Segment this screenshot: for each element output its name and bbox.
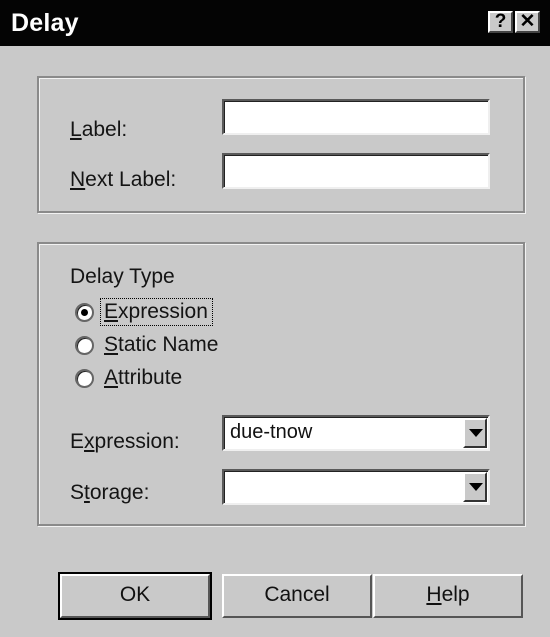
expression-radio[interactable] xyxy=(75,303,94,322)
storage-combo-label-start: S xyxy=(70,481,85,504)
dialog-title: Delay xyxy=(11,9,79,37)
expression-combobox[interactable]: due-tnow xyxy=(222,415,490,451)
attribute-radio-mnemonic: A xyxy=(104,366,119,389)
delay-dialog: Delay ? ✕ Label: Next Label: Delay Type … xyxy=(0,0,550,637)
attribute-radio[interactable] xyxy=(75,369,94,388)
dropdown-arrow-icon xyxy=(469,483,483,491)
static-name-radio-label[interactable]: Static Name xyxy=(104,333,218,357)
help-button-label-rest: elp xyxy=(441,583,470,606)
storage-combo-label: Storage: xyxy=(70,481,149,505)
dropdown-arrow-icon xyxy=(469,429,483,437)
attribute-radio-label-rest: ttribute xyxy=(118,366,183,389)
next-label-input[interactable] xyxy=(222,153,490,189)
help-button[interactable]: Help xyxy=(373,574,523,618)
cancel-button[interactable]: Cancel xyxy=(222,574,372,618)
next-label-field-label: Next Label: xyxy=(70,168,176,192)
radio-selected-dot xyxy=(81,309,88,316)
label-field-label: Label: xyxy=(70,118,127,142)
static-name-radio-label-rest: tatic Name xyxy=(118,333,219,356)
labels-group xyxy=(37,76,525,213)
expression-radio-mnemonic: E xyxy=(104,300,119,323)
expression-radio-label-rest: xpression xyxy=(118,300,208,323)
attribute-radio-label[interactable]: Attribute xyxy=(104,366,182,390)
expression-radio-label[interactable]: Expression xyxy=(104,300,208,324)
expression-combo-mnemonic: x xyxy=(84,430,95,453)
label-field-label-rest: abel: xyxy=(81,118,128,141)
question-mark-icon: ? xyxy=(494,11,507,32)
label-input[interactable] xyxy=(222,99,490,135)
static-name-radio-mnemonic: S xyxy=(104,333,119,356)
expression-combo-label-start: E xyxy=(70,430,85,453)
help-button-mnemonic: H xyxy=(426,583,442,606)
storage-dropdown-button[interactable] xyxy=(463,472,487,502)
next-label-field-label-rest: ext Label: xyxy=(85,168,177,191)
next-label-mnemonic: N xyxy=(70,168,86,191)
label-mnemonic: L xyxy=(70,118,82,141)
delay-type-heading: Delay Type xyxy=(70,265,175,288)
expression-dropdown-button[interactable] xyxy=(463,418,487,448)
expression-combo-label: Expression: xyxy=(70,430,180,454)
storage-combo-label-rest: orage: xyxy=(89,481,150,504)
close-icon: ✕ xyxy=(519,11,536,32)
help-question-button[interactable]: ? xyxy=(488,11,513,33)
expression-combo-value: due-tnow xyxy=(230,421,313,443)
static-name-radio[interactable] xyxy=(75,336,94,355)
expression-combo-label-rest: pression: xyxy=(94,430,180,453)
close-button[interactable]: ✕ xyxy=(515,11,540,33)
title-bar[interactable]: Delay ? ✕ xyxy=(0,0,550,46)
ok-button[interactable]: OK xyxy=(58,572,212,620)
storage-combobox[interactable] xyxy=(222,469,490,505)
